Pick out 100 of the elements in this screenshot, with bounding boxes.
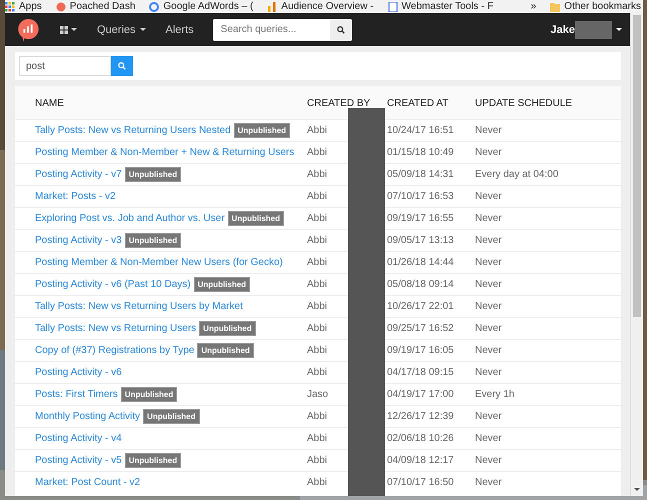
query-link[interactable]: Monthly Posting Activity bbox=[35, 411, 140, 422]
table-cell-text: Never bbox=[475, 147, 503, 158]
caret-icon bbox=[616, 28, 622, 32]
unpublished-badge: Unpublished bbox=[199, 321, 256, 336]
table-cell-text: Never bbox=[475, 367, 503, 378]
table-cell-text: 01/15/18 10:49 bbox=[387, 147, 455, 158]
table-cell-text: 05/08/18 09:14 bbox=[387, 279, 455, 290]
table-cell-text: Abbi bbox=[307, 147, 328, 158]
query-link[interactable]: Posting Member & Non-Member + New & Returning Users bbox=[35, 147, 294, 158]
table-cell-text: Abbi bbox=[307, 411, 328, 422]
bookmark[interactable]: Poached Dash bbox=[56, 0, 136, 13]
table-cell-text: Never bbox=[475, 279, 503, 290]
table-cell-text: Abbi bbox=[307, 213, 328, 224]
table-cell-text: Abbi bbox=[307, 301, 328, 312]
table-cell-text: Never bbox=[475, 191, 503, 202]
table-cell-text: 10/24/17 16:51 bbox=[387, 125, 455, 136]
table-cell-text: Abbi bbox=[307, 257, 328, 268]
table-cell-text: Never bbox=[475, 477, 503, 488]
table-cell-text: 09/05/17 13:13 bbox=[387, 235, 455, 246]
search-icon bbox=[118, 62, 126, 70]
query-link[interactable]: Exploring Post vs. Job and Author vs. User bbox=[35, 213, 225, 224]
more-bookmarks-button[interactable]: » bbox=[530, 0, 536, 13]
table-cell-text: 07/10/17 16:53 bbox=[387, 191, 455, 202]
table-cell-text: Never bbox=[475, 125, 503, 136]
table-cell-text: Never bbox=[475, 345, 503, 356]
table-cell-text: Abbi bbox=[307, 323, 328, 334]
table-cell-text: Abbi bbox=[307, 235, 328, 246]
table-cell-text: Never bbox=[475, 433, 503, 444]
bookmark-icon bbox=[5, 2, 15, 12]
bookmark-icon bbox=[149, 2, 160, 12]
table-cell-text: Every 1h bbox=[475, 389, 516, 400]
user-menu[interactable]: Jake bbox=[550, 24, 575, 36]
table-cell-text: 09/19/17 16:05 bbox=[387, 345, 455, 356]
query-link[interactable]: Posting Activity - v3 bbox=[35, 235, 122, 246]
table-cell-text: 04/19/17 17:00 bbox=[387, 389, 455, 400]
query-link[interactable]: Posting Activity - v6 bbox=[35, 367, 122, 378]
table-cell-text: 07/10/17 16:50 bbox=[387, 477, 455, 488]
unpublished-badge: Unpublished bbox=[197, 343, 254, 358]
unpublished-badge: Unpublished bbox=[234, 123, 290, 138]
bookmark[interactable]: Audience Overview - bbox=[267, 0, 374, 13]
table-cell-text: Abbi bbox=[307, 125, 328, 136]
table-cell-text: Jaso bbox=[307, 389, 330, 400]
query-link[interactable]: Posting Activity - v6 (Past 10 Days) bbox=[35, 279, 191, 290]
query-link[interactable]: Posting Activity - v7 bbox=[35, 169, 122, 180]
search-icon bbox=[336, 26, 345, 34]
caret-icon bbox=[140, 28, 146, 32]
table-cell-text: 09/19/17 16:55 bbox=[387, 213, 455, 224]
dashboards-menu[interactable] bbox=[60, 26, 77, 34]
table-cell-text: Never bbox=[475, 257, 503, 268]
table-cell-text: 09/25/17 16:52 bbox=[387, 323, 455, 334]
unpublished-badge: Unpublished bbox=[228, 211, 284, 226]
query-link[interactable]: Market: Posts - v2 bbox=[35, 191, 116, 202]
nav-menu[interactable]: Queries bbox=[97, 24, 146, 36]
nav-menu[interactable]: Alerts bbox=[166, 24, 194, 36]
search-field[interactable]: Search queries... bbox=[212, 18, 352, 40]
table-cell-text: Abbi bbox=[307, 169, 328, 180]
other-bookmarks[interactable]: Other bookmarks bbox=[550, 0, 641, 13]
table-cell-text: Abbi bbox=[307, 433, 328, 444]
query-link[interactable]: Posting Activity - v4 bbox=[35, 433, 122, 444]
table-cell-text: 12/26/17 12:39 bbox=[387, 411, 455, 422]
table-cell-text: Abbi bbox=[307, 191, 328, 202]
bookmark[interactable]: Apps bbox=[5, 0, 42, 13]
query-link[interactable]: Market: Post Count - v2 bbox=[35, 477, 140, 488]
table-cell-text: Abbi bbox=[307, 279, 328, 290]
unpublished-badge: Unpublished bbox=[124, 453, 182, 468]
column-header[interactable]: CREATED AT bbox=[387, 98, 475, 108]
table-cell-text: 01/26/18 14:44 bbox=[387, 257, 455, 268]
redaction-block bbox=[575, 20, 612, 38]
scrollbar[interactable] bbox=[630, 13, 643, 496]
query-link[interactable]: Tally Posts: New vs Returning Users by Market bbox=[35, 301, 243, 312]
bookmark[interactable]: Webmaster Tools - F bbox=[388, 0, 494, 13]
scroll-down-arrow-icon[interactable] bbox=[634, 488, 640, 492]
column-header[interactable]: CREATED BY bbox=[307, 98, 387, 108]
column-header[interactable]: NAME bbox=[15, 98, 307, 108]
table-cell-text: Never bbox=[475, 411, 503, 422]
unpublished-badge: Unpublished bbox=[120, 387, 178, 402]
grid-icon bbox=[60, 26, 68, 34]
bookmark-icon bbox=[267, 2, 278, 12]
query-link[interactable]: Tally Posts: New vs Returning Users Nested bbox=[35, 125, 231, 136]
table-cell-text: Abbi bbox=[307, 477, 328, 488]
filter-field[interactable]: post bbox=[19, 56, 111, 76]
query-link[interactable]: Posting Member & Non-Member New Users (for Gecko) bbox=[35, 257, 283, 268]
column-header[interactable]: UPDATE SCHEDULE bbox=[475, 98, 621, 108]
table-cell-text: 04/17/18 09:15 bbox=[387, 367, 455, 378]
query-link[interactable]: Copy of (#37) Registrations by Type bbox=[35, 345, 194, 356]
search-button[interactable] bbox=[330, 18, 352, 40]
table-cell-text: Never bbox=[475, 301, 503, 312]
table-cell-text: Never bbox=[475, 235, 503, 246]
scrollbar-thumb[interactable] bbox=[633, 15, 641, 317]
bookmark-icon bbox=[56, 2, 66, 12]
query-link[interactable]: Posts: First Timers bbox=[35, 389, 118, 400]
bookmark[interactable]: Google AdWords – ( bbox=[149, 0, 254, 13]
caret-icon bbox=[71, 28, 77, 32]
table-cell-text: Never bbox=[475, 213, 503, 224]
unpublished-badge: Unpublished bbox=[194, 277, 250, 292]
query-link[interactable]: Posting Activity - v5 bbox=[35, 455, 122, 466]
query-link[interactable]: Tally Posts: New vs Returning Users bbox=[35, 323, 196, 334]
table-cell-text: 10/26/17 22:01 bbox=[387, 301, 455, 312]
table-cell-text: Abbi bbox=[307, 455, 328, 466]
unpublished-badge: Unpublished bbox=[124, 167, 182, 182]
